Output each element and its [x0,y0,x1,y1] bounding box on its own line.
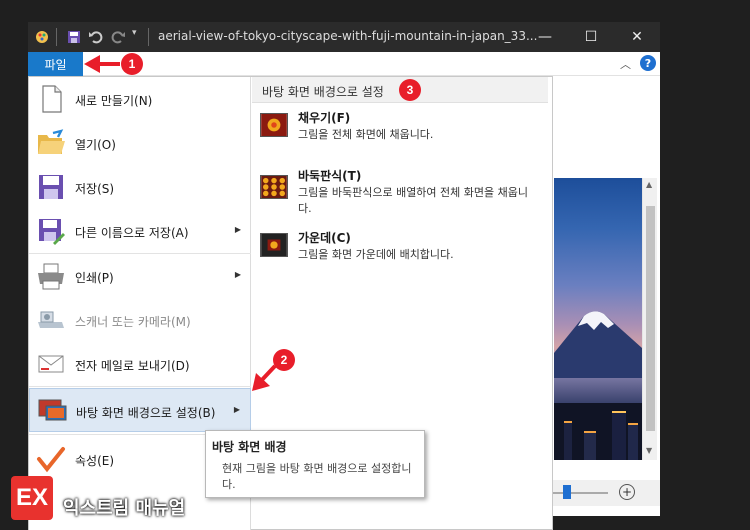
scroll-up-icon[interactable]: ▲ [646,180,652,189]
menu-item-print[interactable]: 인쇄(P) ▶ [29,254,251,298]
menu-item-label: 바탕 화면 배경으로 설정(B) [76,406,216,420]
menu-item-save-as[interactable]: 다른 이름으로 저장(A) ▶ [29,209,251,253]
minimize-button[interactable]: — [522,22,568,52]
annotation-badge-3: 3 [399,79,421,101]
tile-icon [260,175,288,199]
mount-fuji-shape [554,311,642,378]
submenu-option-desc: 그림을 전체 화면에 채웁니다. [298,128,434,141]
submenu-option-name: 바둑판식(T) [298,169,362,183]
title-separator [148,28,149,46]
submenu-arrow-icon: ▶ [234,270,241,279]
help-icon[interactable]: ? [640,55,656,71]
watermark-logo: EX More Better IT Life 익스트림 매뉴얼 [5,472,245,526]
save-icon [39,175,63,199]
quick-save-icon[interactable] [66,29,82,45]
city-skyline [554,403,642,460]
printer-icon [38,263,64,290]
menu-item-label: 스캐너 또는 카메라(M) [75,315,191,329]
status-bar: + [553,480,660,506]
submenu-option-desc: 그림을 바둑판식으로 배열하여 전체 화면을 채웁니다. [298,186,529,215]
submenu-option-tile[interactable]: 바둑판식(T) 그림을 바둑판식으로 배열하여 전체 화면을 채웁니다. [252,167,548,225]
qat-separator [56,28,57,46]
menu-item-label: 다른 이름으로 저장(A) [75,226,189,240]
menu-item-label: 전자 메일로 보내기(D) [75,359,190,373]
screenshot-root: ▾ aerial-view-of-tokyo-cityscape-with-fu… [0,0,750,530]
file-tab[interactable]: 파일 [28,52,83,76]
email-icon [38,355,64,373]
annotation-badge-1: 1 [121,53,143,75]
new-document-icon [42,85,62,113]
center-icon [260,233,288,257]
menu-item-set-desktop-background[interactable]: 바탕 화면 배경으로 설정(B) ▶ [29,388,251,432]
menu-item-label: 새로 만들기(N) [75,94,153,108]
tooltip-body: 현재 그림을 바탕 화면 배경으로 설정합니다. [222,462,412,491]
annotation-badge-2: 2 [273,349,295,371]
menu-item-email[interactable]: 전자 메일로 보내기(D) [29,342,251,386]
logo-mark: EX [11,476,53,520]
zoom-slider-thumb[interactable] [563,485,571,499]
open-folder-icon [38,129,65,154]
submenu-option-center[interactable]: 가운데(C) 그림을 화면 가운데에 배치합니다. [252,229,548,269]
maximize-button[interactable]: ☐ [568,22,614,52]
menu-separator [29,386,251,387]
logo-name: 익스트림 매뉴얼 [63,498,186,519]
submenu-option-fill[interactable]: 채우기(F) 그림을 전체 화면에 채웁니다. [252,109,548,155]
submenu-arrow-icon: ▶ [233,405,240,414]
submenu-option-name: 채우기(F) [298,111,351,125]
submenu-option-name: 가운데(C) [298,231,351,245]
collapse-ribbon-chevron-icon[interactable]: ︿ [620,56,631,72]
submenu-option-desc: 그림을 화면 가운데에 배치합니다. [298,248,454,261]
properties-checkmark-icon [37,447,65,473]
tooltip-title: 바탕 화면 배경 [212,440,287,454]
zoom-slider-track[interactable] [553,492,608,494]
fill-icon [260,113,288,137]
scrollbar-thumb[interactable] [646,206,655,431]
scanner-icon [38,311,64,328]
close-button[interactable]: ✕ [614,22,660,52]
vertical-scrollbar[interactable]: ▲ ▼ [642,178,657,460]
desktop-background-icon [38,399,67,421]
menu-item-scanner[interactable]: 스캐너 또는 카메라(M) [29,298,251,342]
redo-icon[interactable] [110,29,126,45]
menu-item-label: 저장(S) [75,182,115,196]
paint-app-icon [36,31,48,43]
window-title: aerial-view-of-tokyo-cityscape-with-fuji… [158,29,538,43]
menu-item-new[interactable]: 새로 만들기(N) [29,77,251,121]
title-bar: ▾ aerial-view-of-tokyo-cityscape-with-fu… [28,22,660,52]
undo-icon[interactable] [88,29,104,45]
qat-customize-chevron-icon[interactable]: ▾ [132,28,137,38]
menu-item-label: 인쇄(P) [75,271,114,285]
menu-item-save[interactable]: 저장(S) [29,165,251,209]
tokyo-fuji-photo [554,178,642,460]
scroll-down-icon[interactable]: ▼ [646,446,652,455]
save-as-icon [39,219,65,245]
menu-item-label: 속성(E) [75,454,115,468]
menu-item-open[interactable]: 열기(O) [29,121,251,165]
logo-tagline: More Better IT Life [65,483,136,492]
zoom-in-icon[interactable]: + [619,484,635,500]
submenu-arrow-icon: ▶ [234,225,241,234]
menu-item-label: 열기(O) [75,138,116,152]
